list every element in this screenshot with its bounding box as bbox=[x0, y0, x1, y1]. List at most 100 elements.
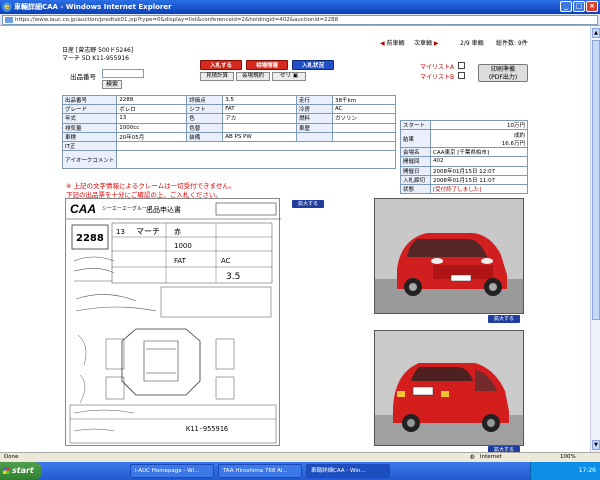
car-line-1: 日産 [曾志野 500ド5246] bbox=[62, 47, 134, 54]
minimize-button[interactable]: _ bbox=[560, 1, 572, 12]
spec-row: アイオークコメント bbox=[61, 150, 396, 170]
arrow-right-icon: ▶ bbox=[432, 40, 439, 47]
car-photo-front[interactable] bbox=[374, 198, 524, 314]
bid-status-button[interactable]: 入札状況 bbox=[292, 60, 334, 70]
taskbar-item[interactable]: TAA Hiroshima 768 Al... bbox=[218, 464, 302, 478]
info-row: 状態 [受付終了しました] bbox=[400, 183, 528, 195]
info-value: CAA東京 [千葉県柏市] bbox=[430, 147, 528, 158]
info-key: 開催日 bbox=[400, 165, 431, 176]
info-row: 結果 成約 16.6万円 bbox=[400, 129, 528, 149]
mylist-a[interactable]: マイリストA bbox=[420, 62, 465, 71]
seri-button[interactable]: セリ ▣ bbox=[272, 72, 306, 81]
spec-value: AC bbox=[331, 104, 397, 115]
market-info-button[interactable]: 相場情報 bbox=[246, 60, 288, 70]
info-key: 会場名 bbox=[400, 147, 431, 158]
system-tray: 17:26 bbox=[530, 462, 600, 480]
spec-key: 出品番号 bbox=[61, 94, 118, 106]
estimate-button[interactable]: 見積計算 bbox=[200, 72, 234, 81]
spec-value: ガソリン bbox=[331, 113, 397, 124]
maximize-button[interactable]: □ bbox=[573, 1, 585, 12]
spec-key: シフト bbox=[186, 104, 224, 115]
spec-table: 出品番号 2288 評価点 3.5 走行 38千km グレード ボレロ シフト FAT 冷房 AC 年式… bbox=[61, 94, 397, 170]
venue-rules-button[interactable]: 会場規約 bbox=[236, 72, 270, 81]
page-content: ◀ 前車輌 次車輌 ▶ 2/9 車輌 総件数: 9件 日産 [曾志野 500ド5… bbox=[0, 26, 590, 452]
info-row: 入札締切 2008年01月15日 11:07 bbox=[400, 174, 528, 185]
mylist-b[interactable]: マイリストB bbox=[420, 72, 465, 81]
zoom-photo-front-button[interactable]: 拡大する bbox=[488, 315, 520, 323]
spec-key: グレード bbox=[61, 104, 118, 115]
scroll-thumb[interactable] bbox=[592, 40, 600, 320]
scroll-down-icon[interactable]: ▼ bbox=[592, 440, 600, 450]
auction-info-table: スタート 10万円 結果 成約 16.6万円 会場名 CAA東京 [千葉県柏市] 開催回 40… bbox=[400, 119, 528, 195]
spec-key: 装備 bbox=[186, 131, 224, 142]
info-row: スタート 10万円 bbox=[400, 119, 528, 131]
start-button[interactable]: start bbox=[0, 462, 42, 480]
status-bar: Done ◍ Internet 100% bbox=[0, 452, 600, 462]
vertical-scrollbar[interactable]: ▲ ▼ bbox=[590, 26, 600, 452]
info-value: [受付終了しました] bbox=[430, 183, 528, 195]
spec-key: 冷房 bbox=[295, 104, 333, 115]
spec-row: グレード ボレロ シフト FAT 冷房 AC bbox=[61, 104, 397, 115]
spec-value: 3.5 bbox=[222, 94, 297, 106]
spec-value bbox=[331, 122, 397, 133]
spec-key: 車歴 bbox=[295, 122, 333, 133]
windows-flag-icon bbox=[3, 467, 10, 474]
address-text: https://www.iauc.co.jp/auction/predtsk01… bbox=[15, 17, 339, 23]
spec-value: FAT bbox=[222, 104, 297, 115]
info-key: スタート bbox=[400, 119, 431, 131]
prev-car-link[interactable]: ◀ 前車輌 bbox=[380, 38, 405, 47]
lot-number-label: 出品番号 bbox=[70, 73, 96, 81]
search-button[interactable]: 検索 bbox=[102, 80, 122, 89]
lot-number-input[interactable] bbox=[102, 69, 144, 78]
mylist-a-checkbox[interactable] bbox=[458, 62, 465, 69]
car-line-2: マーチ 5D K11-955916 bbox=[62, 55, 129, 62]
sheet-model: マーチ bbox=[136, 227, 160, 236]
info-key: 結果 bbox=[400, 129, 431, 149]
taskbar-item[interactable]: i-AUC Homepage - Wi... bbox=[130, 464, 214, 478]
spec-row: 出品番号 2288 評価点 3.5 走行 38千km bbox=[61, 94, 397, 106]
info-key: 開催回 bbox=[400, 156, 431, 167]
spec-value: 38千km bbox=[331, 94, 397, 106]
spec-key: IT正 bbox=[61, 140, 118, 152]
zoom-sheet-button[interactable]: 拡大する bbox=[292, 200, 324, 208]
spec-key: 排気量 bbox=[61, 122, 118, 133]
scroll-up-icon[interactable]: ▲ bbox=[592, 28, 600, 38]
ie-icon: e bbox=[2, 2, 12, 12]
close-button[interactable]: × bbox=[586, 1, 598, 12]
spec-value: ボレロ bbox=[116, 104, 188, 115]
sheet-year: 13 bbox=[116, 228, 125, 236]
spec-key: 評価点 bbox=[186, 94, 224, 106]
spec-value bbox=[222, 122, 297, 133]
spec-row: 車検 20年05月 装備 AB PS PW bbox=[61, 131, 397, 142]
total-count: 総件数: 9件 bbox=[496, 40, 528, 47]
car-identity: 日産 [曾志野 500ド5246] マーチ 5D K11-955916 bbox=[62, 47, 133, 63]
page-icon bbox=[5, 17, 13, 23]
sheet-cc: 1000 bbox=[174, 242, 192, 250]
taskbar-item[interactable]: 車輌詳細CAA - Win... bbox=[306, 464, 390, 478]
spec-key: 走行 bbox=[295, 94, 333, 106]
spec-value bbox=[331, 131, 397, 142]
mylist-b-checkbox[interactable] bbox=[458, 72, 465, 79]
address-input[interactable]: https://www.iauc.co.jp/auction/predtsk01… bbox=[2, 15, 598, 25]
bid-button[interactable]: 入札する bbox=[200, 60, 242, 70]
zoom-level[interactable]: 100% bbox=[560, 453, 576, 462]
sheet-lot: 2288 bbox=[76, 233, 104, 244]
info-key: 状態 bbox=[400, 183, 431, 195]
zone-text: Internet bbox=[480, 454, 502, 460]
clock: 17:26 bbox=[578, 467, 596, 474]
spec-row: 排気量 1000cc 色替 車歴 bbox=[61, 122, 397, 133]
auction-sheet-image: CAA シーエーエーグループ 出品申込書 2288 13 マーチ 赤 1000 … bbox=[65, 198, 281, 446]
spec-value: 2288 bbox=[116, 94, 188, 106]
spec-key: 燃料 bbox=[295, 113, 333, 124]
sheet-logo: CAA bbox=[70, 202, 96, 216]
spec-value: AB PS PW bbox=[222, 131, 297, 142]
print-button[interactable]: 印刷準備 (PDF出力) bbox=[478, 64, 528, 82]
info-key: 入札締切 bbox=[400, 174, 431, 185]
info-value: 2008年01月15日 11:07 bbox=[430, 174, 528, 185]
sheet-color: 赤 bbox=[174, 228, 181, 236]
car-photo-rear[interactable] bbox=[374, 330, 524, 446]
sheet-ac: AC bbox=[221, 257, 231, 265]
info-row: 開催回 402 bbox=[400, 156, 528, 167]
spec-value: アカ bbox=[222, 113, 297, 124]
next-car-link[interactable]: 次車輌 ▶ bbox=[414, 38, 439, 47]
